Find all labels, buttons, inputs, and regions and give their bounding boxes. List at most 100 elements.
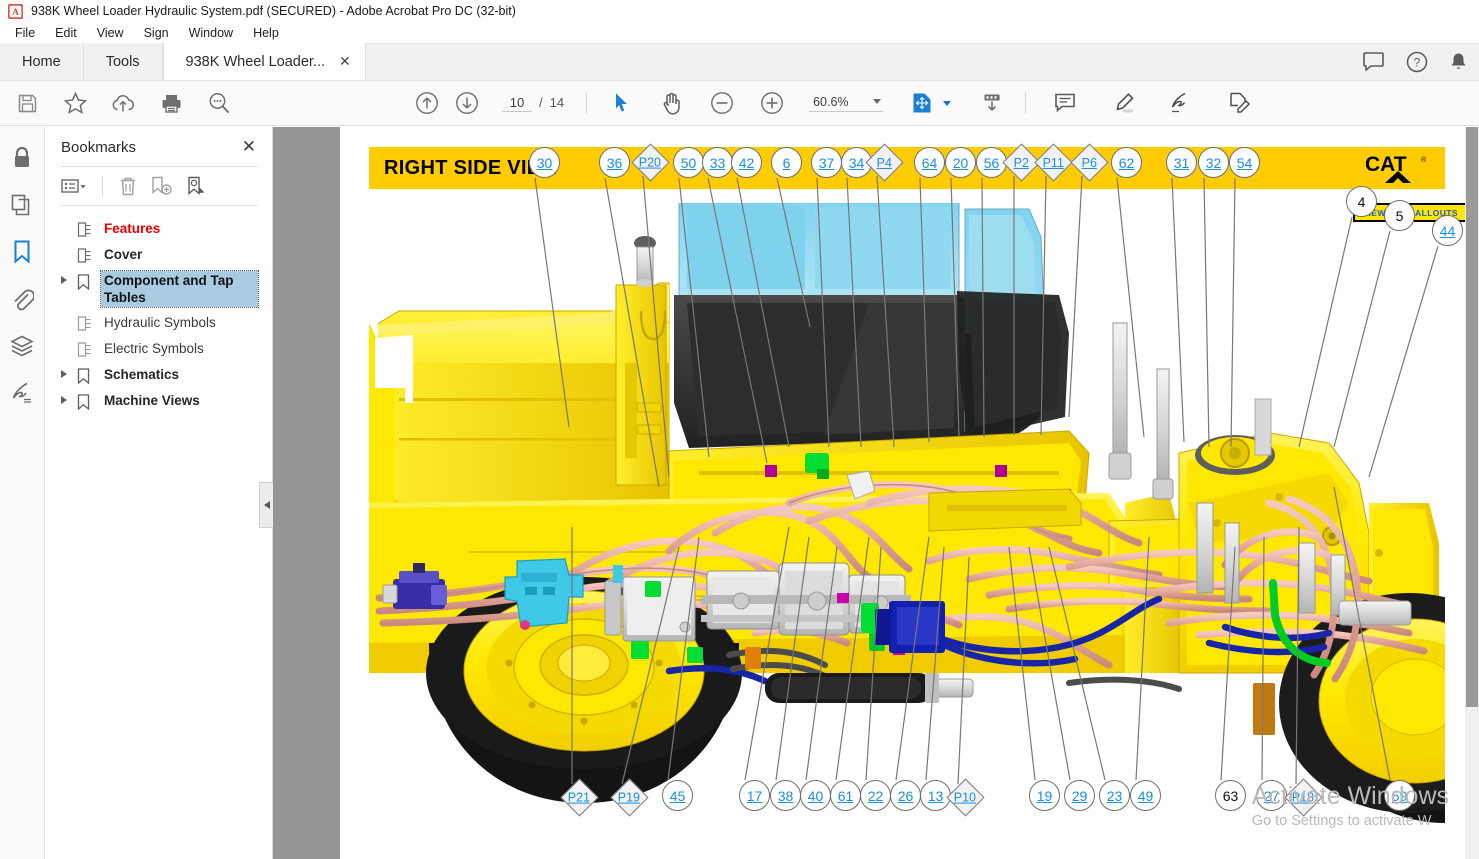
callout-19[interactable]: 19: [1029, 780, 1060, 811]
page-thumbnails-icon[interactable]: [9, 192, 35, 218]
hand-tool-icon[interactable]: [659, 90, 685, 116]
menu-view[interactable]: View: [88, 24, 133, 42]
callout-37[interactable]: 37: [811, 147, 842, 178]
layers-icon[interactable]: [9, 333, 35, 359]
menu-help[interactable]: Help: [244, 24, 288, 42]
callout-27[interactable]: 27: [1256, 780, 1287, 811]
bookmark-target-icon[interactable]: [186, 176, 206, 196]
bookmark-item-cover[interactable]: Cover: [45, 242, 272, 268]
callout-label: 34: [849, 155, 865, 171]
signatures-icon[interactable]: [9, 380, 35, 406]
fit-page-chevron-icon[interactable]: [943, 101, 951, 106]
bookmark-item-machine-views[interactable]: Machine Views: [45, 388, 272, 414]
bookmark-expand-toggle[interactable]: [57, 391, 71, 404]
leader-line-59: [1334, 487, 1390, 780]
callout-40[interactable]: 40: [800, 780, 831, 811]
attachments-icon[interactable]: [9, 286, 35, 312]
bookmark-item-schematics[interactable]: Schematics: [45, 362, 272, 388]
callout-62[interactable]: 62: [1111, 147, 1142, 178]
bookmark-item-component-and-tap-tables[interactable]: Component and Tap Tables: [45, 268, 272, 310]
callout-50[interactable]: 50: [673, 147, 704, 178]
star-icon[interactable]: [62, 90, 88, 116]
menu-file[interactable]: File: [6, 24, 44, 42]
bookmark-item-features[interactable]: Features: [45, 216, 272, 242]
callout-29[interactable]: 29: [1064, 780, 1095, 811]
next-page-icon[interactable]: [454, 90, 480, 116]
callout-42[interactable]: 42: [731, 147, 762, 178]
bookmark-expand-toggle[interactable]: [57, 271, 71, 284]
bookmark-options-icon[interactable]: [61, 178, 86, 195]
callout-20[interactable]: 20: [945, 147, 976, 178]
callout-22[interactable]: 22: [860, 780, 891, 811]
tab-tools[interactable]: Tools: [84, 43, 163, 80]
callout-45[interactable]: 45: [662, 780, 693, 811]
document-pane[interactable]: RIGHT SIDE VIEW CAT ® VIEW ALL CALLOUTS: [340, 127, 1479, 859]
callout-4[interactable]: 4: [1346, 186, 1377, 217]
collapse-sidebar-handle[interactable]: [259, 482, 273, 528]
bell-icon[interactable]: [1450, 52, 1467, 71]
leader-line-36: [605, 178, 659, 487]
bookmarks-icon[interactable]: [9, 239, 35, 265]
bookmark-item-hydraulic-symbols[interactable]: Hydraulic Symbols: [45, 310, 272, 336]
svg-text:A: A: [12, 7, 19, 17]
current-page-input[interactable]: [502, 95, 532, 112]
tabstrip-right-icons: ?: [1363, 43, 1479, 80]
tab-document[interactable]: 938K Wheel Loader... ✕: [163, 43, 366, 80]
scroll-mode-icon[interactable]: [979, 90, 1005, 116]
zoom-level-selector[interactable]: 60.6%: [809, 95, 883, 112]
callout-13[interactable]: 13: [920, 780, 951, 811]
fit-page-icon[interactable]: [909, 90, 935, 116]
leader-line-29: [1029, 547, 1070, 780]
previous-page-icon[interactable]: [414, 90, 440, 116]
leader-line-64: [920, 178, 929, 442]
callout-38[interactable]: 38: [770, 780, 801, 811]
menu-window[interactable]: Window: [180, 24, 242, 42]
callout-61[interactable]: 61: [830, 780, 861, 811]
edit-pdf-icon[interactable]: [1226, 90, 1252, 116]
delete-bookmark-icon[interactable]: [119, 176, 137, 196]
highlight-icon[interactable]: [1110, 90, 1136, 116]
callout-59[interactable]: 59: [1384, 780, 1415, 811]
callout-36[interactable]: 36: [599, 147, 630, 178]
callout-32[interactable]: 32: [1198, 147, 1229, 178]
zoom-search-icon[interactable]: [206, 90, 232, 116]
callout-44[interactable]: 44: [1432, 215, 1463, 246]
save-icon[interactable]: [14, 90, 40, 116]
callout-23[interactable]: 23: [1099, 780, 1130, 811]
close-panel-icon[interactable]: ✕: [242, 139, 256, 156]
sign-icon[interactable]: [1168, 90, 1194, 116]
leader-line-30: [535, 178, 569, 427]
menu-edit[interactable]: Edit: [46, 24, 86, 42]
callout-17[interactable]: 17: [739, 780, 770, 811]
callout-31[interactable]: 31: [1166, 147, 1197, 178]
callout-64[interactable]: 64: [914, 147, 945, 178]
close-tab-icon[interactable]: ✕: [339, 55, 351, 69]
bookmark-expand-toggle[interactable]: [57, 365, 71, 378]
callout-26[interactable]: 26: [890, 780, 921, 811]
chevron-down-icon[interactable]: [873, 99, 881, 104]
callout-30[interactable]: 30: [529, 147, 560, 178]
comment-icon[interactable]: [1363, 52, 1384, 71]
callout-63[interactable]: 63: [1215, 780, 1246, 811]
callout-33[interactable]: 33: [702, 147, 733, 178]
callout-6[interactable]: 6: [771, 147, 802, 178]
security-lock-icon[interactable]: [9, 145, 35, 171]
callout-label: P2: [1014, 155, 1029, 169]
print-icon[interactable]: [158, 90, 184, 116]
callout-5[interactable]: 5: [1384, 200, 1415, 231]
select-tool-icon[interactable]: [609, 90, 635, 116]
add-comment-icon[interactable]: [1052, 90, 1078, 116]
callout-label: 54: [1237, 155, 1253, 171]
upload-cloud-icon[interactable]: [110, 90, 136, 116]
tab-home[interactable]: Home: [0, 43, 84, 80]
menu-sign[interactable]: Sign: [135, 24, 178, 42]
help-icon[interactable]: ?: [1406, 51, 1428, 73]
callout-49[interactable]: 49: [1130, 780, 1161, 811]
leader-line-32: [1204, 178, 1209, 447]
callout-label: 62: [1119, 155, 1135, 171]
bookmark-item-electric-symbols[interactable]: Electric Symbols: [45, 336, 272, 362]
callout-54[interactable]: 54: [1229, 147, 1260, 178]
zoom-in-icon[interactable]: [759, 90, 785, 116]
zoom-out-icon[interactable]: [709, 90, 735, 116]
new-bookmark-icon[interactable]: [151, 176, 172, 196]
